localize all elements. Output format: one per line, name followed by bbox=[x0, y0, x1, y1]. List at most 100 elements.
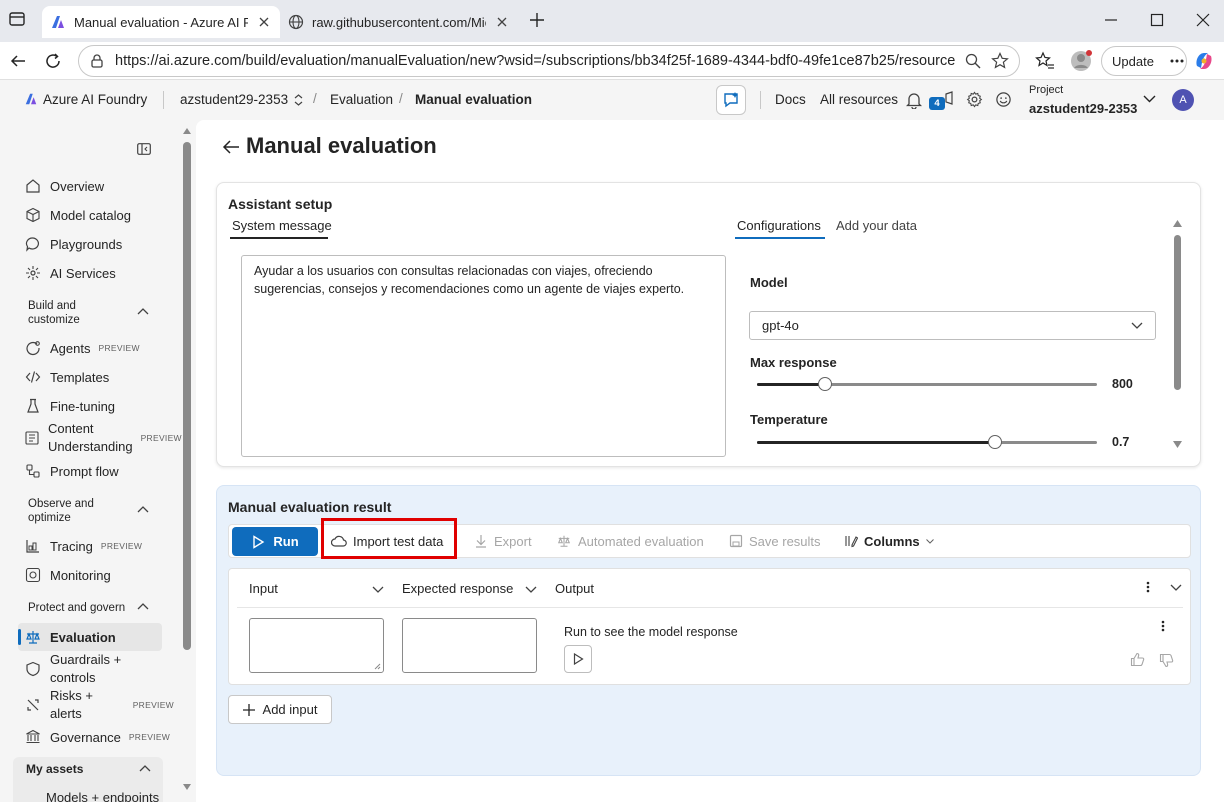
nav-fine-tuning[interactable]: Fine-tuning bbox=[24, 394, 162, 418]
tab-actions-icon[interactable] bbox=[8, 10, 26, 28]
nav-risks-alerts[interactable]: Risks + alerts PREVIEW bbox=[24, 687, 174, 723]
add-input-button[interactable]: Add input bbox=[228, 695, 332, 724]
address-bar[interactable]: https://ai.azure.com/build/evaluation/ma… bbox=[78, 45, 1020, 77]
max-response-slider-track[interactable] bbox=[757, 383, 1097, 386]
copilot-chat-button[interactable] bbox=[716, 85, 746, 115]
chevron-down-icon[interactable] bbox=[1170, 584, 1182, 591]
all-resources-link[interactable]: All resources bbox=[820, 92, 898, 107]
site-info-icon[interactable] bbox=[89, 53, 105, 69]
scales-icon bbox=[24, 628, 42, 646]
refresh-icon[interactable] bbox=[44, 52, 62, 70]
settings-gear-icon[interactable] bbox=[966, 91, 983, 108]
tab-manual-evaluation[interactable]: Manual evaluation - Azure AI Foundry bbox=[42, 6, 280, 38]
expected-response-textarea[interactable] bbox=[402, 618, 537, 673]
nav-prompt-flow[interactable]: Prompt flow bbox=[24, 459, 162, 483]
nav-section-build[interactable]: Build and customize bbox=[28, 299, 80, 327]
tab-add-your-data[interactable]: Add your data bbox=[836, 218, 917, 233]
chevron-up-icon[interactable] bbox=[137, 603, 149, 610]
config-scrollbar-thumb[interactable] bbox=[1174, 235, 1181, 390]
profile-avatar-icon[interactable] bbox=[1069, 49, 1093, 73]
chevron-up-icon[interactable] bbox=[139, 765, 151, 772]
column-header-expected[interactable]: Expected response bbox=[402, 581, 513, 596]
assistant-setup-card: Assistant setup System message Ayudar a … bbox=[216, 182, 1201, 467]
docs-link[interactable]: Docs bbox=[775, 92, 806, 107]
thumbs-up-icon[interactable] bbox=[1130, 652, 1145, 667]
back-icon[interactable] bbox=[9, 52, 27, 70]
thumbs-down-icon[interactable] bbox=[1159, 653, 1174, 668]
scroll-down-arrow-icon[interactable] bbox=[1173, 441, 1182, 448]
brand-name[interactable]: Azure AI Foundry bbox=[43, 92, 147, 107]
project-switcher[interactable]: azstudent29-2353 bbox=[180, 92, 303, 107]
input-textarea[interactable] bbox=[249, 618, 384, 673]
announcements-icon[interactable] bbox=[936, 91, 954, 107]
chevron-down-icon[interactable] bbox=[525, 586, 537, 593]
close-tab-icon[interactable] bbox=[494, 14, 510, 30]
back-arrow-icon[interactable] bbox=[222, 139, 240, 155]
temperature-slider-track[interactable] bbox=[757, 441, 1097, 444]
new-tab-icon[interactable] bbox=[529, 12, 545, 28]
save-results-button[interactable]: Save results bbox=[729, 525, 821, 557]
chevron-down-icon[interactable] bbox=[372, 586, 384, 593]
nav-evaluation[interactable]: Evaluation bbox=[24, 625, 162, 649]
tab-raw-github[interactable]: raw.githubusercontent.com/Microsoft bbox=[280, 6, 518, 38]
temperature-slider-thumb[interactable] bbox=[988, 435, 1002, 449]
tab-configurations[interactable]: Configurations bbox=[737, 218, 821, 233]
tab-title: Manual evaluation - Azure AI Foundry bbox=[74, 14, 248, 30]
row-run-button[interactable] bbox=[564, 645, 592, 673]
nav-content-understanding[interactable]: Content Understanding PREVIEW bbox=[24, 420, 182, 456]
chevron-up-icon[interactable] bbox=[137, 506, 149, 513]
nav-section-protect[interactable]: Protect and govern bbox=[28, 601, 125, 615]
update-button[interactable]: Update bbox=[1101, 46, 1187, 76]
nav-monitoring[interactable]: Monitoring bbox=[24, 563, 162, 587]
nav-ai-services[interactable]: AI Services bbox=[24, 261, 162, 285]
my-assets-title[interactable]: My assets bbox=[26, 762, 83, 776]
nav-governance[interactable]: Governance PREVIEW bbox=[24, 725, 174, 749]
nav-model-catalog[interactable]: Model catalog bbox=[24, 203, 162, 227]
system-message-input[interactable]: Ayudar a los usuarios con consultas rela… bbox=[241, 255, 726, 457]
project-name[interactable]: azstudent29-2353 bbox=[1029, 101, 1137, 116]
tab-title: raw.githubusercontent.com/Microsoft bbox=[312, 14, 486, 30]
run-button[interactable]: Run bbox=[232, 527, 318, 556]
cube-icon bbox=[24, 206, 42, 224]
nav-agents[interactable]: Agents PREVIEW bbox=[24, 336, 174, 360]
more-vertical-icon[interactable] bbox=[1146, 581, 1150, 593]
nav-section-observe[interactable]: Observe and optimize bbox=[28, 497, 94, 525]
copilot-icon[interactable] bbox=[1193, 50, 1215, 72]
scroll-down-arrow-icon[interactable] bbox=[183, 784, 191, 790]
max-response-slider-thumb[interactable] bbox=[818, 377, 832, 391]
nav-models-endpoints[interactable]: Models + endpoints bbox=[46, 790, 159, 802]
favorites-icon[interactable] bbox=[1035, 51, 1055, 71]
chevron-up-icon[interactable] bbox=[137, 308, 149, 315]
sidebar-scrollbar-thumb[interactable] bbox=[183, 142, 191, 650]
export-button[interactable]: Export bbox=[474, 525, 532, 557]
nav-templates[interactable]: Templates bbox=[24, 365, 162, 389]
minimize-icon[interactable] bbox=[1104, 13, 1118, 27]
max-response-label: Max response bbox=[750, 355, 837, 370]
chevron-down-icon[interactable] bbox=[1143, 95, 1156, 103]
zoom-icon[interactable] bbox=[965, 53, 981, 69]
column-header-input[interactable]: Input bbox=[249, 581, 278, 596]
favorite-star-icon[interactable] bbox=[991, 52, 1009, 70]
feedback-smiley-icon[interactable] bbox=[995, 91, 1012, 108]
nav-guardrails[interactable]: Guardrails + controls bbox=[24, 651, 162, 687]
scroll-up-arrow-icon[interactable] bbox=[183, 128, 191, 134]
evaluation-grid: Input Expected response Output Run to se… bbox=[228, 568, 1191, 685]
nav-playgrounds[interactable]: Playgrounds bbox=[24, 232, 162, 256]
tab-system-message[interactable]: System message bbox=[232, 218, 332, 233]
automated-evaluation-button[interactable]: Automated evaluation bbox=[556, 525, 704, 557]
columns-button[interactable]: Columns bbox=[844, 525, 934, 557]
nav-overview[interactable]: Overview bbox=[24, 174, 162, 198]
user-avatar[interactable]: A bbox=[1172, 89, 1194, 111]
collapse-nav-icon[interactable] bbox=[137, 143, 151, 155]
nav-tracing[interactable]: Tracing PREVIEW bbox=[24, 534, 174, 558]
more-vertical-icon[interactable] bbox=[1161, 620, 1165, 632]
scroll-up-arrow-icon[interactable] bbox=[1173, 220, 1182, 227]
close-window-icon[interactable] bbox=[1196, 13, 1210, 27]
notifications-bell-icon[interactable] bbox=[906, 91, 922, 109]
chevron-down-icon bbox=[925, 538, 934, 544]
close-tab-icon[interactable] bbox=[256, 14, 272, 30]
breadcrumb-evaluation[interactable]: Evaluation bbox=[330, 92, 393, 107]
maximize-icon[interactable] bbox=[1150, 13, 1164, 27]
model-dropdown[interactable]: gpt-4o bbox=[749, 311, 1156, 340]
resize-handle-icon[interactable] bbox=[374, 663, 381, 670]
